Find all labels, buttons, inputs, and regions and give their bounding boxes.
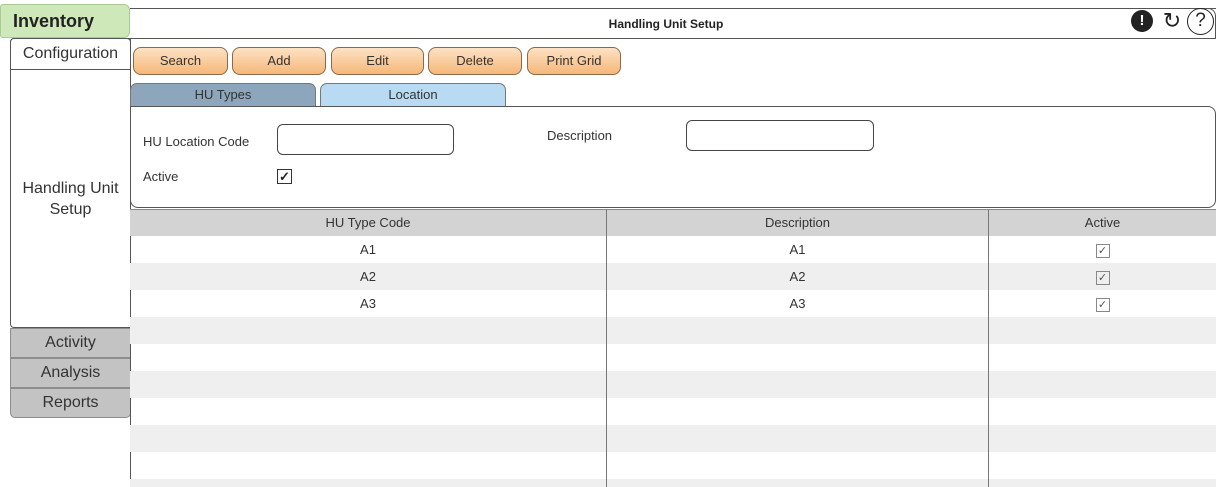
cell-description xyxy=(607,344,989,371)
cell-description xyxy=(607,425,989,452)
alert-icon[interactable]: ! xyxy=(1131,10,1153,32)
sidebar-item-handling-unit-setup[interactable]: Handling Unit Setup xyxy=(10,178,131,220)
cell-description xyxy=(607,479,989,487)
table-row[interactable]: A1 A1 ✓ xyxy=(130,236,1216,263)
active-checkbox[interactable]: ✓ xyxy=(277,169,292,184)
cell-hu-type-code: A1 xyxy=(130,236,607,263)
table-row[interactable] xyxy=(130,371,1216,398)
cell-active xyxy=(989,371,1216,398)
title-bar: Handling Unit Setup xyxy=(130,8,1216,39)
cell-description xyxy=(607,452,989,479)
column-header-active[interactable]: Active xyxy=(989,210,1216,236)
refresh-icon[interactable]: ↻ xyxy=(1160,8,1184,34)
sidebar-item-reports[interactable]: Reports xyxy=(10,388,131,418)
row-active-checkbox[interactable]: ✓ xyxy=(1095,243,1110,258)
search-button[interactable]: Search xyxy=(133,47,228,75)
description-label: Description xyxy=(547,128,613,143)
cell-active xyxy=(989,479,1216,487)
table-row[interactable] xyxy=(130,452,1216,479)
cell-hu-type-code: A3 xyxy=(130,290,607,317)
tab-hu-types[interactable]: HU Types xyxy=(130,83,316,106)
cell-active xyxy=(989,452,1216,479)
cell-hu-type-code xyxy=(130,452,607,479)
delete-button[interactable]: Delete xyxy=(428,47,522,75)
hu-location-code-label: HU Location Code xyxy=(143,134,250,149)
cell-active: ✓ xyxy=(989,290,1216,317)
help-icon[interactable]: ? xyxy=(1187,8,1214,35)
cell-active xyxy=(989,317,1216,344)
column-header-description[interactable]: Description xyxy=(607,210,989,236)
cell-hu-type-code xyxy=(130,425,607,452)
cell-hu-type-code: A2 xyxy=(130,263,607,290)
table-row[interactable]: A2 A2 ✓ xyxy=(130,263,1216,290)
cell-active xyxy=(989,425,1216,452)
cell-active xyxy=(989,344,1216,371)
cell-hu-type-code xyxy=(130,479,607,487)
active-label: Active xyxy=(143,169,179,184)
table-row[interactable] xyxy=(130,317,1216,344)
edit-button[interactable]: Edit xyxy=(331,47,424,75)
row-active-checkbox[interactable]: ✓ xyxy=(1095,297,1110,312)
cell-description: A1 xyxy=(607,236,989,263)
hu-location-code-input[interactable] xyxy=(277,124,454,155)
filter-form: HU Location Code Description Active ✓ xyxy=(130,106,1216,208)
sidebar-item-activity[interactable]: Activity xyxy=(10,328,131,358)
row-active-checkbox[interactable]: ✓ xyxy=(1095,270,1110,285)
description-input[interactable] xyxy=(686,120,874,151)
data-grid: HU Type Code Description Active A1 A1 ✓ A2 A… xyxy=(130,209,1216,487)
table-row[interactable] xyxy=(130,479,1216,487)
print-grid-button[interactable]: Print Grid xyxy=(527,47,621,75)
sidebar-item-analysis[interactable]: Analysis xyxy=(10,358,131,388)
cell-description: A2 xyxy=(607,263,989,290)
cell-hu-type-code xyxy=(130,317,607,344)
table-row[interactable] xyxy=(130,398,1216,425)
add-button[interactable]: Add xyxy=(232,47,326,75)
cell-hu-type-code xyxy=(130,398,607,425)
cell-active xyxy=(989,398,1216,425)
cell-hu-type-code xyxy=(130,344,607,371)
cell-description xyxy=(607,317,989,344)
module-title[interactable]: Inventory xyxy=(0,4,130,38)
cell-description xyxy=(607,371,989,398)
cell-description xyxy=(607,398,989,425)
cell-hu-type-code xyxy=(130,371,607,398)
grid-body: A1 A1 ✓ A2 A2 ✓ A3 A3 ✓ xyxy=(130,236,1216,487)
tab-configuration[interactable]: Configuration xyxy=(10,38,131,70)
table-row[interactable]: A3 A3 ✓ xyxy=(130,290,1216,317)
grid-header: HU Type Code Description Active xyxy=(130,209,1216,236)
table-row[interactable] xyxy=(130,425,1216,452)
table-row[interactable] xyxy=(130,344,1216,371)
column-header-hu-type-code[interactable]: HU Type Code xyxy=(130,210,607,236)
cell-description: A3 xyxy=(607,290,989,317)
cell-active: ✓ xyxy=(989,236,1216,263)
cell-active: ✓ xyxy=(989,263,1216,290)
page-title: Handling Unit Setup xyxy=(608,17,724,31)
tab-location[interactable]: Location xyxy=(320,83,506,106)
